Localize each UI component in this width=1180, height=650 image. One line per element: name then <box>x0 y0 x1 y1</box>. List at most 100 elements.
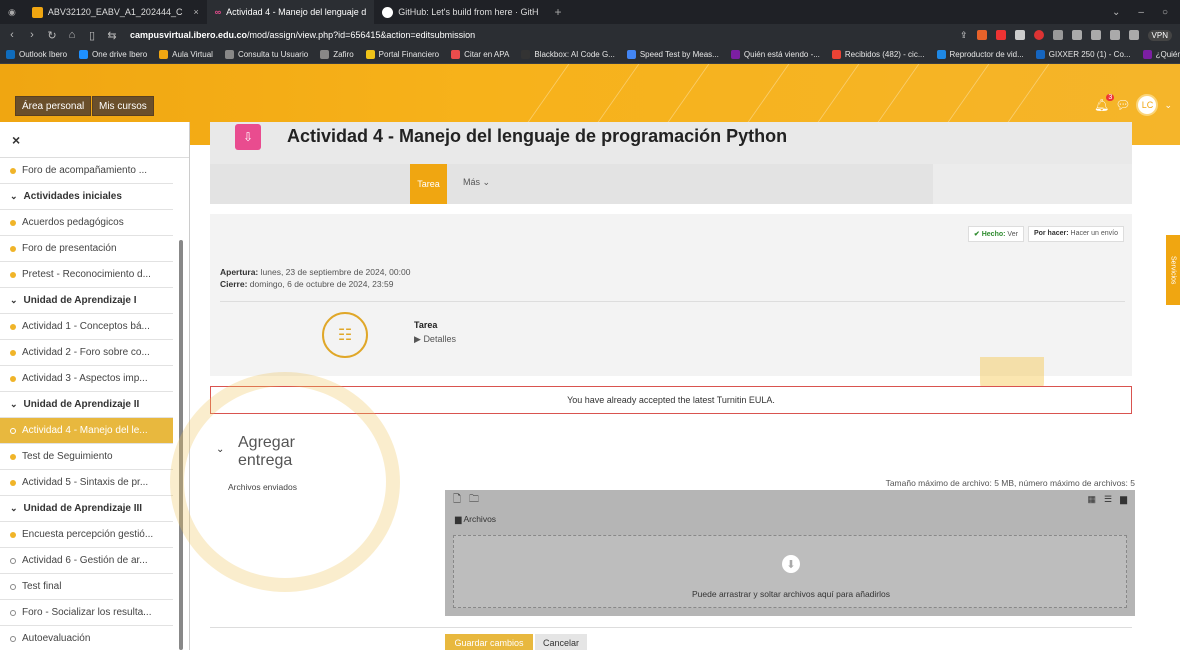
bookmark-item[interactable]: Zafiro <box>320 50 354 59</box>
vpn-button[interactable]: VPN <box>1147 29 1172 41</box>
home-icon[interactable]: ⌂ <box>66 29 78 41</box>
chevron-down-icon[interactable]: ⌄ <box>216 444 224 455</box>
bookmark-favicon-icon <box>831 50 841 59</box>
sidebar-item[interactable]: Actividad 4 - Manejo del le... <box>0 418 173 444</box>
sidebar-close-button[interactable]: × <box>0 122 189 158</box>
sidebar-item[interactable]: Test de Seguimiento <box>0 444 173 470</box>
extension-icon[interactable] <box>1033 30 1044 40</box>
messages-icon[interactable]: 💬︎ <box>1115 98 1130 112</box>
site-info-icon[interactable]: ⇆ <box>106 29 118 42</box>
close-icon[interactable]: × <box>193 7 198 17</box>
browser-tab-1[interactable]: ABV32120_EABV_A1_202444_C × <box>24 0 207 24</box>
reload-icon[interactable]: ↻ <box>46 29 58 42</box>
sidebar-section[interactable]: ⌄ Unidad de Aprendizaje III <box>0 496 173 522</box>
sidebar-item[interactable]: Pretest - Reconocimiento d... <box>0 262 173 288</box>
brave-shield-icon[interactable] <box>976 30 987 40</box>
brave-rewards-icon[interactable] <box>995 30 1006 40</box>
sidebar-section[interactable]: ⌄ Unidad de Aprendizaje I <box>0 288 173 314</box>
bookmark-item[interactable]: Blackbox: AI Code G... <box>521 50 615 59</box>
bookmark-icon[interactable]: ▯ <box>86 29 98 42</box>
closing-date: domingo, 6 de octubre de 2024, 23:59 <box>249 279 394 289</box>
sidebar-item[interactable]: Foro - Socializar los resulta... <box>0 600 173 626</box>
bookmark-item[interactable]: ¿Quién está viendo?... <box>1142 50 1180 59</box>
sidebar-item-label: Actividad 3 - Aspectos imp... <box>22 373 148 384</box>
share-icon[interactable]: ⇪ <box>960 30 968 41</box>
bookmark-item[interactable]: Portal Financiero <box>365 50 439 59</box>
sidebar-item[interactable]: Actividad 3 - Aspectos imp... <box>0 366 173 392</box>
nav-area-personal[interactable]: Área personal <box>15 96 92 116</box>
cancel-button[interactable]: Cancelar <box>535 634 587 650</box>
sidebar-item[interactable]: Foro de presentación <box>0 236 173 262</box>
chevron-down-icon[interactable]: ⌄ <box>1112 7 1120 18</box>
details-toggle[interactable]: ▶ Detalles <box>414 334 456 345</box>
bookmark-favicon-icon <box>224 50 234 59</box>
sidebar-item[interactable]: Autoevaluación <box>0 626 173 650</box>
list-view-icon[interactable]: ☰ <box>1104 494 1112 505</box>
chevron-down-icon[interactable]: ⌄ <box>10 295 18 306</box>
sidebar-item[interactable]: Actividad 6 - Gestión de ar... <box>0 548 173 574</box>
create-folder-icon[interactable]: 🗀︎ <box>469 492 479 509</box>
bookmark-item[interactable]: Recibidos (482) - cic... <box>831 50 925 59</box>
sidebar-icon[interactable] <box>1109 30 1120 40</box>
completion-dot-icon <box>10 479 16 486</box>
grid-view-icon[interactable]: ▦ <box>1087 494 1096 505</box>
sidebar-item[interactable]: Actividad 5 - Sintaxis de pr... <box>0 470 173 496</box>
back-icon[interactable]: ‹ <box>6 29 18 41</box>
chevron-down-icon[interactable]: ⌄ <box>10 503 18 514</box>
tab-more[interactable]: Más ⌄ <box>463 177 490 188</box>
sidebar-item[interactable]: Acuerdos pedagógicos <box>0 210 173 236</box>
chevron-down-icon[interactable]: ⌄ <box>10 399 18 410</box>
services-side-tab[interactable]: Servicios <box>1166 235 1180 305</box>
notifications-bell-icon[interactable]: 🔔︎ 3 <box>1094 94 1115 112</box>
sidebar-item[interactable]: Actividad 2 - Foro sobre co... <box>0 340 173 366</box>
bookmark-item[interactable]: Quién está viendo -... <box>730 50 820 59</box>
playlist-icon[interactable] <box>1071 30 1082 40</box>
file-dropzone[interactable]: ⬇ Puede arrastrar y soltar archivos aquí… <box>453 535 1127 608</box>
browser-menu-icon[interactable]: ◉ <box>0 7 24 18</box>
folder-view-icon[interactable]: ▆ <box>1120 494 1127 505</box>
close-icon[interactable]: × <box>12 132 20 148</box>
avatar[interactable]: LC <box>1136 94 1159 116</box>
bookmark-item[interactable]: Speed Test by Meas... <box>626 50 719 59</box>
status-badge-done: ✔ Hecho: Ver <box>967 226 1024 242</box>
new-tab-icon[interactable]: + <box>547 5 570 19</box>
bookmark-favicon-icon <box>451 50 461 59</box>
bookmark-item[interactable]: Aula Virtual <box>159 50 213 59</box>
chevron-down-icon[interactable]: ⌄ <box>1164 100 1172 111</box>
folder-icon: ▆ <box>455 514 462 524</box>
folder-path[interactable]: ▆ Archivos <box>455 514 496 525</box>
save-button[interactable]: Guardar cambios <box>445 634 533 650</box>
sidebar-item[interactable]: Encuesta percepción gestió... <box>0 522 173 548</box>
browser-tab-3[interactable]: GitHub: Let's build from here · GitH <box>374 0 546 24</box>
restore-icon[interactable]: ○ <box>1162 7 1168 18</box>
minimize-icon[interactable]: – <box>1138 7 1144 18</box>
bookmark-item[interactable]: Consulta tu Usuario <box>224 50 308 59</box>
opening-date: lunes, 23 de septiembre de 2024, 00:00 <box>260 267 411 277</box>
sidebar-section[interactable]: ⌄ Actividades iniciales <box>0 184 173 210</box>
sidebar-item[interactable]: Actividad 1 - Conceptos bá... <box>0 314 173 340</box>
sidebar-item[interactable]: Test final <box>0 574 173 600</box>
extension-icon[interactable] <box>1014 30 1025 40</box>
bookmark-label: Outlook Ibero <box>19 50 68 59</box>
sidebar-section[interactable]: ⌄ Unidad de Aprendizaje II <box>0 392 173 418</box>
status-value: Ver <box>1007 231 1018 238</box>
divider <box>220 301 1125 302</box>
completion-dot-icon <box>10 219 16 226</box>
bookmark-item[interactable]: Outlook Ibero <box>6 50 67 59</box>
completion-dot-icon <box>10 375 16 382</box>
chevron-down-icon[interactable]: ⌄ <box>10 191 18 202</box>
bookmark-item[interactable]: One drive Ibero <box>79 50 147 59</box>
bookmark-item[interactable]: GIXXER 250 (1) - Co... <box>1035 50 1131 59</box>
nav-mis-cursos[interactable]: Mis cursos <box>92 96 154 116</box>
add-file-icon[interactable]: 🗋︎ <box>453 492 461 509</box>
download-icon[interactable] <box>1090 30 1101 40</box>
browser-tab-2[interactable]: ∞ Actividad 4 - Manejo del lenguaje d <box>206 0 375 24</box>
sidebar-item[interactable]: Foro de acompañamiento ... <box>0 158 173 184</box>
bookmark-item[interactable]: Citar en APA <box>451 50 509 59</box>
url-field[interactable]: campusvirtual.ibero.edu.co/mod/assign/vi… <box>130 30 475 40</box>
tab-tarea[interactable]: Tarea <box>410 164 447 204</box>
bookmark-item[interactable]: Reproductor de vid... <box>936 50 1024 59</box>
forward-icon[interactable]: › <box>26 29 38 41</box>
extension-icon[interactable] <box>1052 30 1063 40</box>
wallet-icon[interactable] <box>1128 30 1139 40</box>
